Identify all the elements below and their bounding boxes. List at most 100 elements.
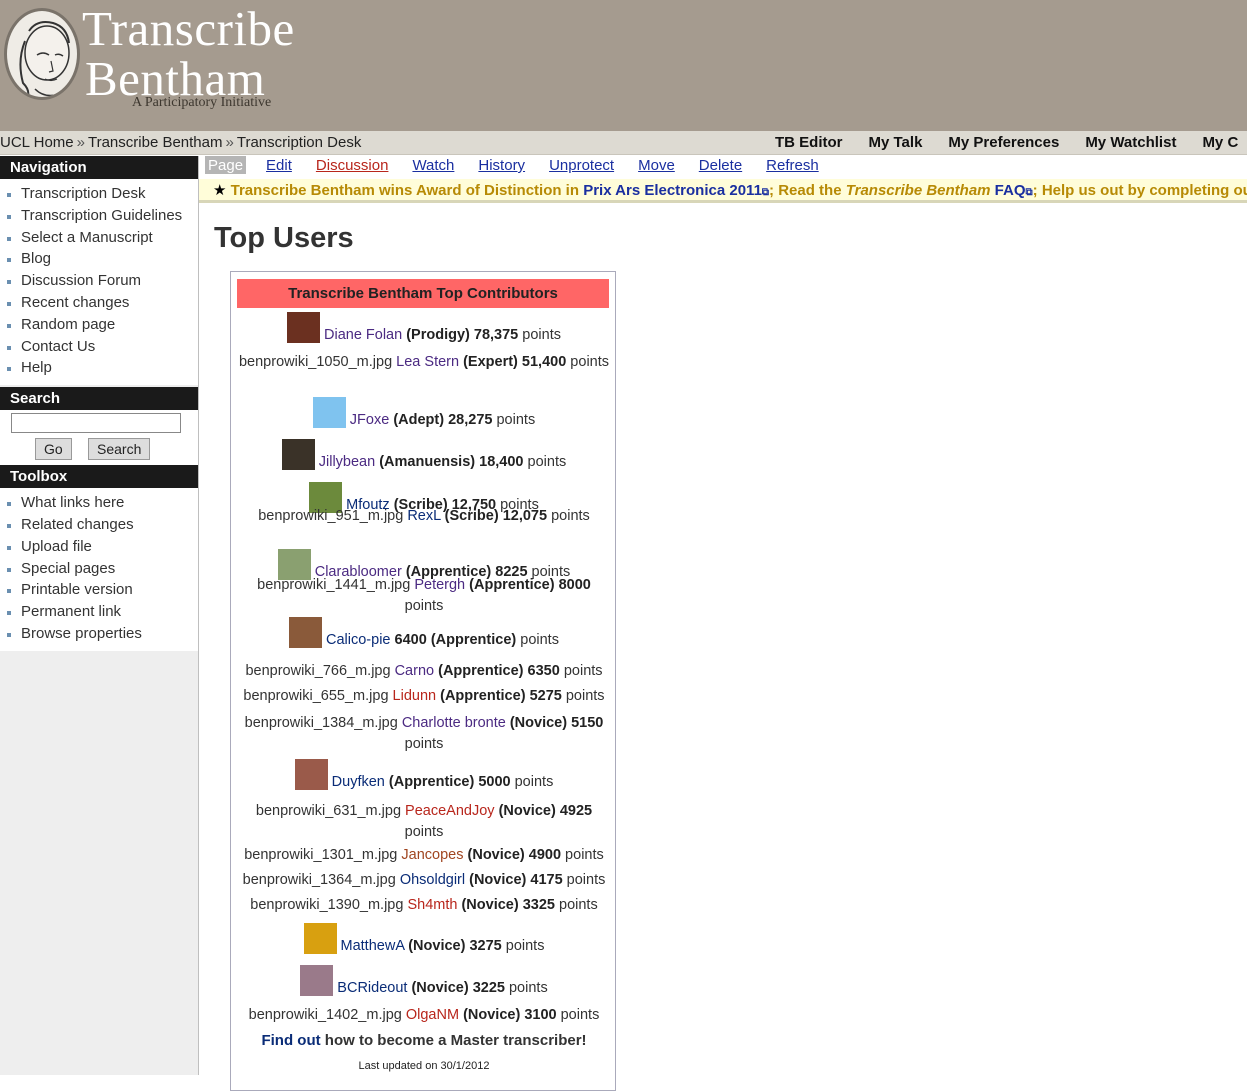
notice-link-prix-ars[interactable]: Prix Ars Electronica 2011	[583, 182, 762, 199]
toolbox-item-browse-properties[interactable]: Browse properties	[0, 623, 198, 645]
go-button[interactable]: Go	[35, 438, 72, 461]
sidebar-item-discussion-forum[interactable]: Discussion Forum	[0, 270, 198, 292]
user-link[interactable]: PeaceAndJoy	[405, 803, 494, 819]
user-link[interactable]: MatthewA	[341, 938, 405, 954]
user-link[interactable]: Jancopes	[401, 847, 463, 863]
tab-watch[interactable]: Watch	[412, 157, 454, 174]
personal-link-my-watchlist[interactable]: My Watchlist	[1085, 134, 1176, 151]
sidebar-item-contact-us[interactable]: Contact Us	[0, 336, 198, 358]
sidebar-item-blog[interactable]: Blog	[0, 248, 198, 270]
user-link[interactable]: OlgaNM	[406, 1007, 459, 1023]
toolbox-portlet: What links here Related changes Upload fil…	[0, 488, 198, 651]
user-rank: (Novice)	[467, 847, 525, 863]
user-rank: (Apprentice)	[438, 663, 524, 679]
points-label: points	[501, 938, 545, 954]
find-out-link[interactable]: Find out	[261, 1032, 320, 1049]
sidebar-item-select-a-manuscript[interactable]: Select a Manuscript	[0, 227, 198, 249]
toolbox-item-related-changes[interactable]: Related changes	[0, 514, 198, 536]
top-contributors-box: Transcribe Bentham Top Contributors Dian…	[230, 271, 616, 1091]
toolbox-item-permanent-link[interactable]: Permanent link	[0, 601, 198, 623]
user-link[interactable]: RexL	[407, 508, 440, 524]
user-rank: (Apprentice)	[440, 688, 526, 704]
user-avatar[interactable]	[303, 923, 337, 954]
personal-link-my-preferences[interactable]: My Preferences	[948, 134, 1059, 151]
bentham-portrait-logo[interactable]	[4, 8, 80, 100]
user-avatar[interactable]	[294, 759, 328, 790]
user-rank: (Novice)	[498, 803, 556, 819]
user-link[interactable]: Diane Folan	[324, 327, 402, 343]
points-label: points	[404, 824, 444, 840]
toolbox-heading: Toolbox	[0, 465, 198, 489]
user-avatar[interactable]	[312, 397, 346, 428]
user-link[interactable]: BCRideout	[337, 980, 407, 996]
user-link[interactable]: Lea Stern	[396, 354, 459, 370]
user-link[interactable]: Ohsoldgirl	[400, 872, 465, 888]
user-link[interactable]: Charlotte bronte	[402, 715, 506, 731]
image-filename: benprowiki_631_m.jpg	[255, 803, 406, 819]
search-button[interactable]: Search	[88, 438, 151, 461]
user-avatar[interactable]	[287, 312, 320, 343]
toolbox-item-upload-file[interactable]: Upload file	[0, 536, 198, 558]
toolbox-item-what-links-here[interactable]: What links here	[0, 492, 198, 514]
breadcrumb-transcribe-bentham[interactable]: Transcribe Bentham	[88, 134, 223, 151]
tab-delete[interactable]: Delete	[699, 157, 742, 174]
points-label: points	[554, 897, 598, 913]
personal-link-tb-editor[interactable]: TB Editor	[775, 134, 843, 151]
personal-link-my-contributions[interactable]: My C	[1202, 134, 1238, 151]
user-link[interactable]: Carno	[395, 663, 435, 679]
user-link[interactable]: Duyfken	[332, 774, 385, 790]
external-link-icon: ⧉	[1025, 187, 1033, 198]
notice-link-faq[interactable]: FAQ	[991, 182, 1026, 199]
breadcrumb-separator: »	[225, 134, 234, 151]
user-avatar[interactable]	[281, 439, 315, 470]
points-label: points	[492, 412, 536, 428]
user-link[interactable]: Jillybean	[319, 454, 375, 470]
points-label: points	[566, 354, 610, 370]
breadcrumb-transcription-desk[interactable]: Transcription Desk	[237, 134, 361, 151]
tab-discussion[interactable]: Discussion	[316, 157, 389, 174]
sidebar-item-transcription-desk[interactable]: Transcription Desk	[0, 183, 198, 205]
personal-links: TB Editor My Talk My Preferences My Watchli…	[775, 134, 1247, 151]
tab-history[interactable]: History	[478, 157, 525, 174]
search-input[interactable]	[11, 413, 181, 434]
user-points: 5000	[478, 774, 511, 790]
user-avatar[interactable]	[289, 617, 323, 648]
sidebar-item-random-page[interactable]: Random page	[0, 314, 198, 336]
site-logo-title[interactable]: Transcribe Bentham	[82, 4, 295, 104]
sidebar-item-transcription-guidelines[interactable]: Transcription Guidelines	[0, 205, 198, 227]
tab-edit[interactable]: Edit	[266, 157, 292, 174]
tab-move[interactable]: Move	[638, 157, 675, 174]
user-link[interactable]: Petergh	[414, 577, 465, 593]
navigation-list: Transcription Desk Transcription Guidelin…	[0, 183, 198, 379]
user-points: 8000	[558, 577, 591, 593]
contributor-entry: benprowiki_1402_m.jpg OlgaNM (Novice) 31…	[231, 1007, 617, 1023]
toolbox-list: What links here Related changes Upload fil…	[0, 492, 198, 645]
last-updated: Last updated on 30/1/2012	[358, 1060, 490, 1072]
navigation-heading: Navigation	[0, 156, 198, 179]
sidebar-item-recent-changes[interactable]: Recent changes	[0, 292, 198, 314]
personal-link-my-talk[interactable]: My Talk	[869, 134, 923, 151]
sidebar-item-help[interactable]: Help	[0, 357, 198, 379]
user-avatar[interactable]	[300, 965, 334, 996]
user-link[interactable]: JFoxe	[350, 412, 390, 428]
points-label: points	[510, 774, 554, 790]
user-points: 4900	[528, 847, 562, 863]
tab-page[interactable]: Page	[205, 156, 247, 174]
user-rank: (Novice)	[461, 897, 519, 913]
site-header: Transcribe Bentham A Participatory Initi…	[0, 0, 1247, 131]
navigation-portlet: Transcription Desk Transcription Guidelin…	[0, 179, 198, 386]
image-filename: benprowiki_1390_m.jpg	[250, 897, 408, 913]
breadcrumb-ucl-home[interactable]: UCL Home	[0, 134, 74, 151]
toolbox-item-printable-version[interactable]: Printable version	[0, 579, 198, 601]
user-link[interactable]: Calico-pie	[326, 632, 390, 648]
contributor-entry: benprowiki_631_m.jpg PeaceAndJoy (Novice…	[231, 801, 617, 843]
contributor-entry: BCRideout (Novice) 3225 points	[231, 965, 617, 996]
tab-unprotect[interactable]: Unprotect	[549, 157, 614, 174]
user-link[interactable]: Lidunn	[393, 688, 437, 704]
user-link[interactable]: Sh4mth	[407, 897, 457, 913]
toolbox-item-special-pages[interactable]: Special pages	[0, 558, 198, 580]
contributor-entry: JFoxe (Adept) 28,275 points	[231, 397, 617, 428]
tab-refresh[interactable]: Refresh	[766, 157, 819, 174]
contributor-entry: benprowiki_1441_m.jpg Petergh (Apprentic…	[231, 575, 617, 617]
user-rank: (Apprentice)	[469, 577, 555, 593]
